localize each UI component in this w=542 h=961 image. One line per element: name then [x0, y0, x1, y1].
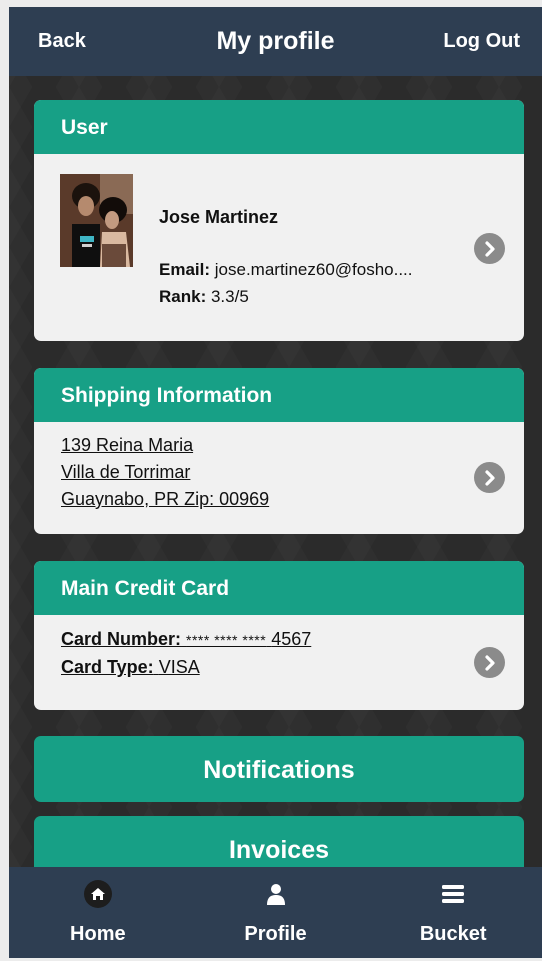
address-line-1[interactable]: 139 Reina Maria — [61, 432, 524, 459]
bottom-tab-bar: Home Profile Bucket — [9, 867, 542, 958]
chevron-right-icon[interactable] — [474, 647, 505, 678]
card-number-mask: **** **** **** — [186, 632, 267, 648]
shipping-card: Shipping Information 139 Reina Maria Vil… — [34, 368, 524, 534]
card-type-label: Card Type: — [61, 657, 154, 677]
user-card-body[interactable]: Jose Martinez Email: jose.martinez60@fos… — [34, 154, 524, 341]
card-number-last4: 4567 — [271, 629, 312, 649]
user-email: Email: jose.martinez60@fosho.... — [159, 260, 459, 280]
avatar — [60, 174, 133, 267]
card-number-row[interactable]: Card Number: **** **** **** 4567 — [61, 626, 524, 654]
user-card: User Jose Martinez Email: jose.martinez6… — [34, 100, 524, 341]
back-button[interactable]: Back — [9, 30, 108, 53]
card-number-label: Card Number: — [61, 629, 182, 649]
email-label: Email: — [159, 260, 211, 279]
person-icon — [265, 877, 287, 911]
tab-home[interactable]: Home — [9, 867, 187, 958]
tab-bucket[interactable]: Bucket — [364, 867, 542, 958]
tab-profile-label: Profile — [244, 923, 307, 945]
tab-bucket-label: Bucket — [419, 923, 487, 945]
user-rank: Rank: 3.3/5 — [159, 287, 249, 307]
credit-card-title: Main Credit Card — [34, 561, 524, 615]
shipping-card-title: Shipping Information — [34, 368, 524, 422]
home-icon — [83, 877, 112, 911]
chevron-right-icon[interactable] — [474, 233, 505, 264]
menu-icon — [441, 877, 465, 911]
rank-value: 3.3/5 — [210, 287, 249, 306]
user-name: Jose Martinez — [159, 207, 279, 227]
top-nav-bar: Back My profile Log Out — [9, 7, 542, 76]
tab-profile[interactable]: Profile — [187, 867, 365, 958]
shipping-card-body[interactable]: 139 Reina Maria Villa de Torrimar Guayna… — [34, 422, 524, 534]
address-line-3[interactable]: Guaynabo, PR Zip: 00969 — [61, 486, 524, 513]
card-type-value: VISA — [158, 657, 200, 677]
app-screen: Back My profile Log Out User Jose Martin… — [9, 7, 542, 958]
email-value: jose.martinez60@fosho.... — [214, 260, 413, 279]
tab-home-label: Home — [70, 923, 126, 945]
credit-card-body[interactable]: Card Number: **** **** **** 4567 Card Ty… — [34, 615, 524, 710]
user-card-title: User — [34, 100, 524, 154]
rank-label: Rank: — [159, 287, 207, 306]
logout-button[interactable]: Log Out — [443, 30, 542, 53]
card-type-row[interactable]: Card Type: VISA — [61, 654, 524, 681]
address-line-2[interactable]: Villa de Torrimar — [61, 459, 524, 486]
credit-card-card: Main Credit Card Card Number: **** **** … — [34, 561, 524, 710]
notifications-button[interactable]: Notifications — [34, 736, 524, 802]
chevron-right-icon[interactable] — [474, 462, 505, 493]
